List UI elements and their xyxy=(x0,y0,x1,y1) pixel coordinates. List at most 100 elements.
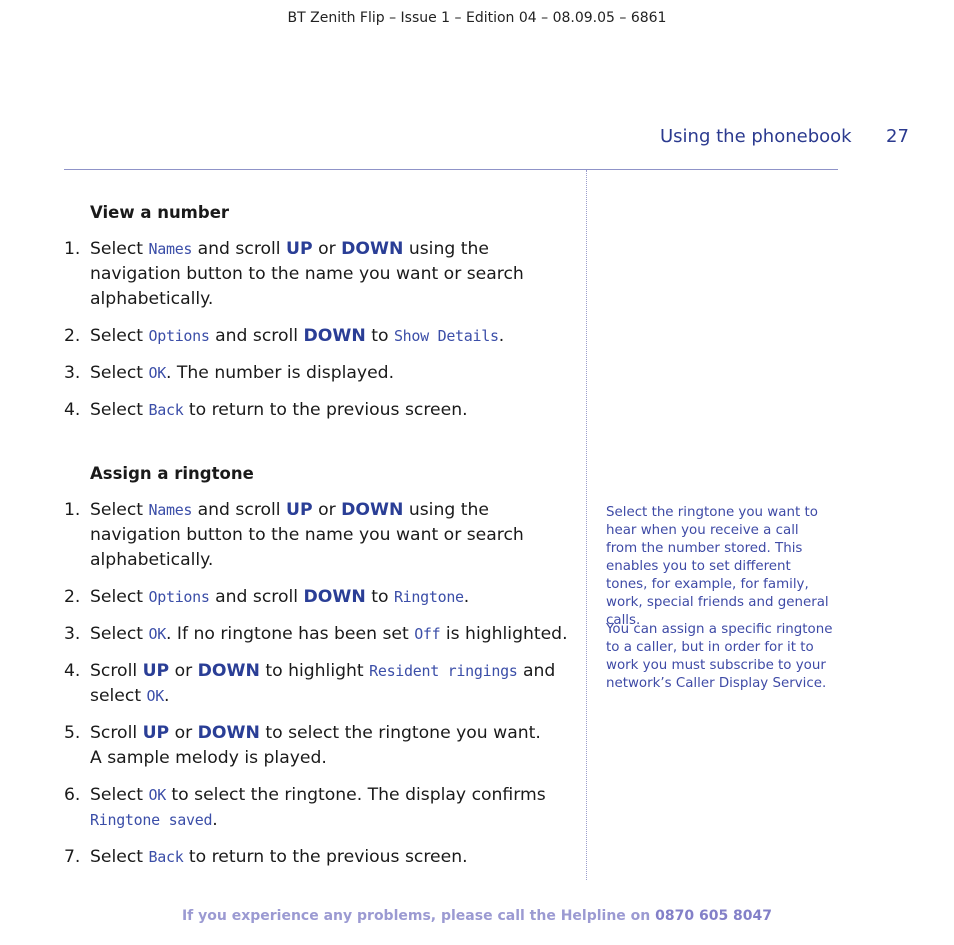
step-number: 5. xyxy=(64,723,81,743)
step-item: 2. Select Options and scroll DOWN to Show… xyxy=(64,324,574,349)
button-keyword: UP xyxy=(286,500,313,520)
step-text: Select xyxy=(90,400,149,420)
button-keyword: DOWN xyxy=(197,661,260,681)
display-text: Ringtone saved xyxy=(90,811,213,829)
step-item: 6. Select OK to select the ringtone. The … xyxy=(64,783,574,833)
step-text: to xyxy=(365,587,394,607)
document-info-header: BT Zenith Flip – Issue 1 – Edition 04 – … xyxy=(287,10,667,26)
step-text: . xyxy=(164,686,170,706)
helpline-text: If you experience any problems, please c… xyxy=(181,908,656,924)
step-text: or xyxy=(169,661,198,681)
helpline-phone: 0870 605 8047 xyxy=(655,908,773,924)
step-number: 1. xyxy=(64,500,81,520)
step-text: to highlight xyxy=(259,661,370,681)
helpline-footer: If you experience any problems, please c… xyxy=(0,908,954,924)
sidebar-note-1: Select the ringtone you want to hear whe… xyxy=(606,505,829,628)
step-text: . xyxy=(463,587,470,607)
display-text: OK xyxy=(148,786,167,804)
step-text: Select xyxy=(90,785,149,805)
display-text: Names xyxy=(148,240,193,258)
step-text: . xyxy=(498,326,505,346)
step-text: Select xyxy=(90,326,149,346)
step-text: . xyxy=(212,810,218,830)
assign-ringtone-steps: 1. Select Names and scroll UP or DOWN usi… xyxy=(64,498,574,870)
display-text: Back xyxy=(148,848,184,866)
display-text: OK xyxy=(146,687,165,705)
step-item: 4. Select Back to return to the previous … xyxy=(64,398,574,423)
step-number: 6. xyxy=(64,785,81,805)
step-number: 3. xyxy=(64,363,81,383)
step-number: 7. xyxy=(64,847,81,867)
step-text: Select xyxy=(90,847,149,867)
step-text: is highlighted. xyxy=(440,624,568,644)
step-item: 2. Select Options and scroll DOWN to Ring… xyxy=(64,585,574,610)
column-divider xyxy=(586,170,587,880)
step-item: 7. Select Back to return to the previous … xyxy=(64,845,574,870)
view-number-section: View a number 1. Select Names and scroll … xyxy=(64,200,574,423)
button-keyword: UP xyxy=(286,239,313,259)
display-text: Ringtone xyxy=(393,588,464,606)
button-keyword: UP xyxy=(142,723,170,743)
step-text: Scroll xyxy=(90,661,143,681)
step-number: 3. xyxy=(64,624,81,644)
step-text: to return to the previous screen. xyxy=(183,847,468,867)
step-text: Select xyxy=(90,500,149,520)
step-text: and scroll xyxy=(209,326,304,346)
step-item: 1. Select Names and scroll UP or DOWN usi… xyxy=(64,498,574,573)
assign-ringtone-heading: Assign a ringtone xyxy=(90,464,254,483)
step-text: or xyxy=(169,723,198,743)
button-keyword: UP xyxy=(142,661,170,681)
main-column: View a number 1. Select Names and scroll … xyxy=(64,200,574,882)
step-text: . The number is displayed. xyxy=(165,363,395,383)
sidebar-note-2: You can assign a specific ringtone to a … xyxy=(606,622,833,691)
display-text: Show Details xyxy=(393,327,499,345)
assign-ringtone-section: Assign a ringtone 1. Select Names and scr… xyxy=(64,461,574,870)
step-text: . If no ringtone has been set xyxy=(165,624,415,644)
sidebar-note-ringtone: Select the ringtone you want to hear whe… xyxy=(606,504,834,630)
step-text: to select the ringtone. The display conf… xyxy=(165,785,546,805)
step-text: or xyxy=(312,500,342,520)
step-text: Select xyxy=(90,239,149,259)
step-text: Scroll xyxy=(90,723,143,743)
button-keyword: DOWN xyxy=(303,326,366,346)
step-number: 2. xyxy=(64,326,81,346)
step-number: 1. xyxy=(64,239,81,259)
display-text: Off xyxy=(414,625,441,643)
step-text: to return to the previous screen. xyxy=(183,400,468,420)
display-text: Options xyxy=(148,588,210,606)
step-text: and scroll xyxy=(192,239,287,259)
sidebar-note-caller-display: You can assign a specific ringtone to a … xyxy=(606,621,834,693)
section-title: Using the phonebook xyxy=(660,126,852,147)
step-item: 1. Select Names and scroll UP or DOWN usi… xyxy=(64,237,574,312)
step-text: Select xyxy=(90,363,149,383)
step-item: 5. Scroll UP or DOWN to select the ringto… xyxy=(64,721,574,771)
step-item: 4. Scroll UP or DOWN to highlight Residen… xyxy=(64,659,574,709)
display-text: Options xyxy=(148,327,210,345)
view-number-steps: 1. Select Names and scroll UP or DOWN usi… xyxy=(64,237,574,423)
display-text: Back xyxy=(148,401,184,419)
header-rule xyxy=(64,169,838,170)
view-number-heading: View a number xyxy=(90,203,230,222)
step-text: to xyxy=(365,326,394,346)
step-text: A sample melody is played. xyxy=(90,748,327,768)
step-text: or xyxy=(312,239,342,259)
display-text: Resident ringings xyxy=(369,662,518,680)
step-number: 2. xyxy=(64,587,81,607)
display-text: Names xyxy=(148,501,193,519)
page-number: 27 xyxy=(886,126,909,147)
display-text: OK xyxy=(148,625,167,643)
button-keyword: DOWN xyxy=(341,239,404,259)
step-text: to select the ringtone you want. xyxy=(259,723,541,743)
step-text: Select xyxy=(90,624,149,644)
display-text: OK xyxy=(148,364,167,382)
step-text: and scroll xyxy=(192,500,287,520)
button-keyword: DOWN xyxy=(197,723,260,743)
button-keyword: DOWN xyxy=(303,587,366,607)
button-keyword: DOWN xyxy=(341,500,404,520)
step-number: 4. xyxy=(64,661,81,681)
step-text: and scroll xyxy=(209,587,304,607)
step-item: 3. Select OK. The number is displayed. xyxy=(64,361,574,386)
step-item: 3. Select OK. If no ringtone has been set… xyxy=(64,622,574,647)
step-number: 4. xyxy=(64,400,81,420)
step-text: Select xyxy=(90,587,149,607)
